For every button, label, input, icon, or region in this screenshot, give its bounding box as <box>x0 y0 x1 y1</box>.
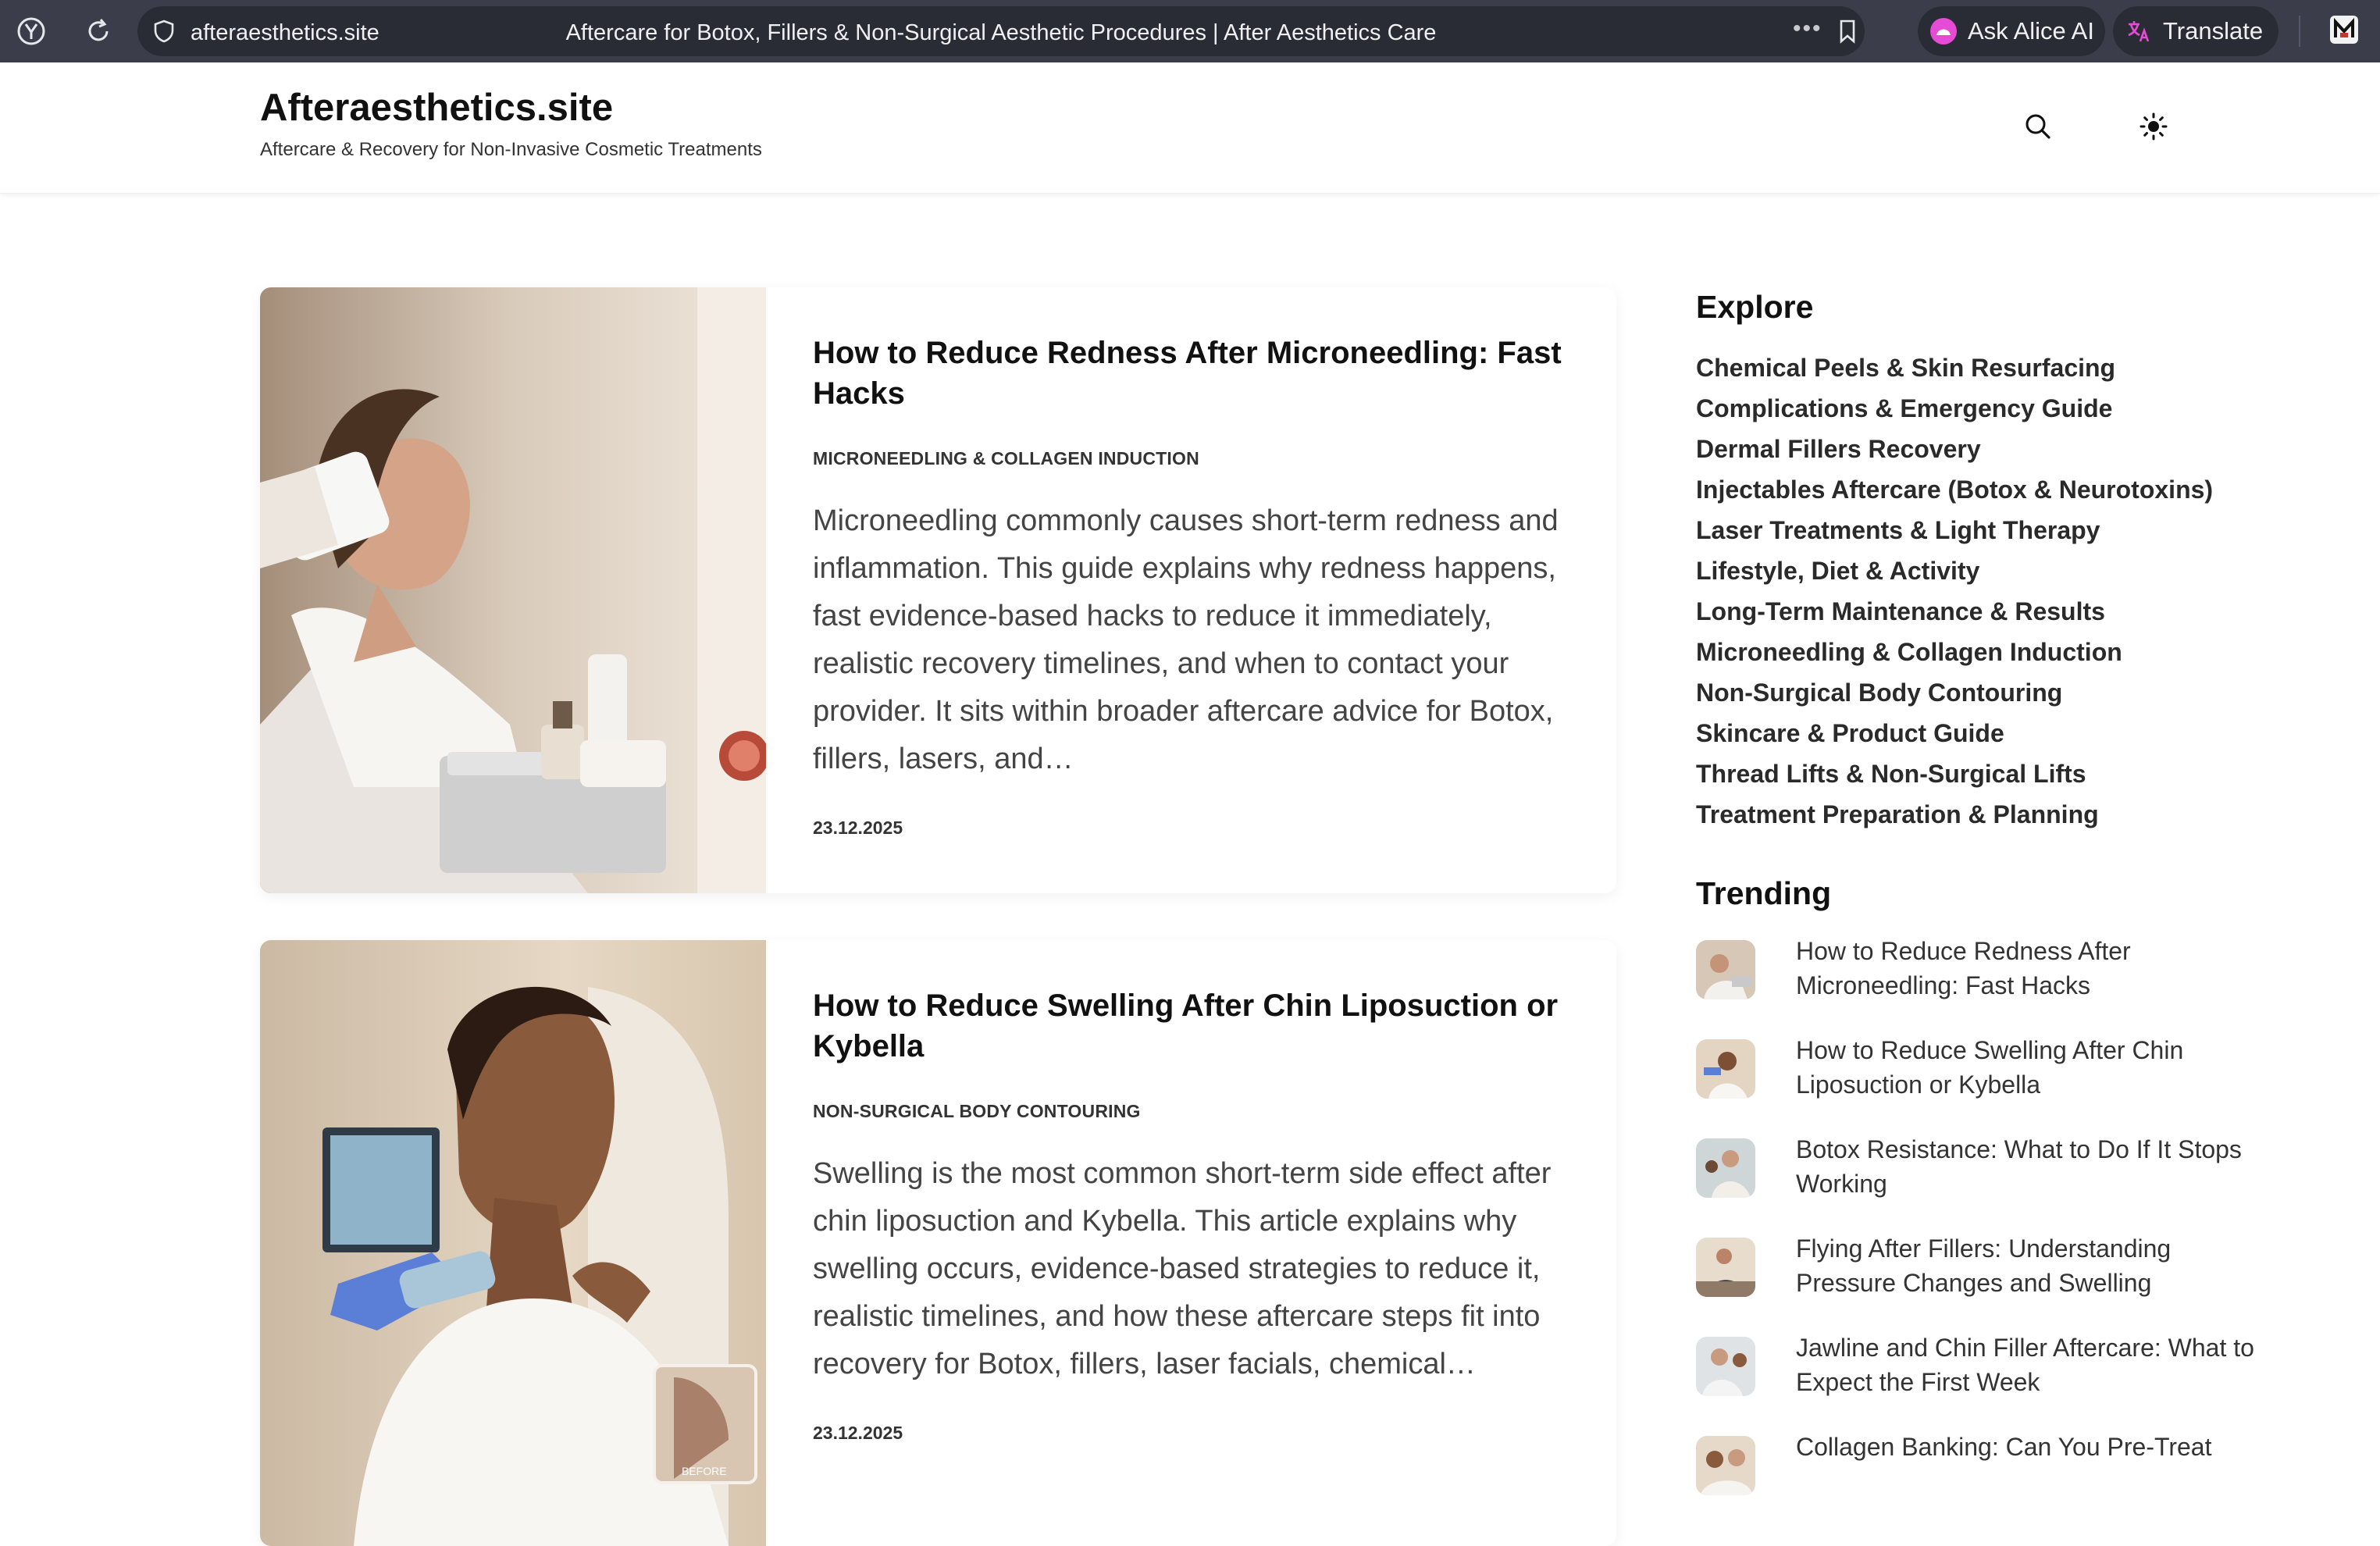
trending-thumbnail[interactable] <box>1696 1337 1755 1396</box>
explore-heading: Explore <box>1696 289 1814 325</box>
trending-list: How to Reduce Redness After Microneedlin… <box>1696 934 2258 1529</box>
article-category[interactable]: MICRONEEDLING & COLLAGEN INDUCTION <box>813 448 1578 469</box>
article-title[interactable]: How to Reduce Redness After Microneedlin… <box>813 333 1578 414</box>
trending-thumbnail[interactable] <box>1696 1138 1755 1198</box>
site-tagline: Aftercare & Recovery for Non-Invasive Co… <box>260 139 762 160</box>
explore-link[interactable]: Long-Term Maintenance & Results <box>1696 591 2258 632</box>
reload-icon[interactable] <box>78 11 119 52</box>
page-title-text: Aftercare for Botox, Fillers & Non-Surgi… <box>565 20 1437 45</box>
trending-title[interactable]: How to Reduce Swelling After Chin Liposu… <box>1796 1033 2257 1102</box>
article-date: 23.12.2025 <box>813 1423 903 1443</box>
trending-thumbnail[interactable] <box>1696 1039 1755 1099</box>
trending-title[interactable]: Botox Resistance: What to Do If It Stops… <box>1796 1132 2257 1201</box>
translate-label: Translate <box>2163 17 2264 45</box>
trending-thumbnail[interactable] <box>1696 1436 1755 1495</box>
article-card[interactable]: BEFORE How to Reduce Swelling After Chin… <box>260 940 1616 1546</box>
ask-alice-label: Ask Alice AI <box>1968 17 2094 45</box>
yandex-logo-icon[interactable] <box>11 11 52 52</box>
trending-item[interactable]: How to Reduce Swelling After Chin Liposu… <box>1696 1033 2258 1132</box>
explore-link[interactable]: Injectables Aftercare (Botox & Neurotoxi… <box>1696 469 2258 510</box>
trending-thumbnail[interactable] <box>1696 1238 1755 1297</box>
before-badge: BEFORE <box>682 1465 727 1477</box>
sidebar: Explore Chemical Peels & Skin Resurfacin… <box>1696 289 2258 1529</box>
explore-link[interactable]: Non-Surgical Body Contouring <box>1696 672 2258 713</box>
alice-icon <box>1930 18 1957 45</box>
article-body: How to Reduce Redness After Microneedlin… <box>813 333 1578 839</box>
toolbar-divider <box>2299 16 2300 47</box>
trending-title[interactable]: Collagen Banking: Can You Pre-Treat <box>1796 1430 2257 1464</box>
explore-list: Chemical Peels & Skin Resurfacing Compli… <box>1696 347 2258 835</box>
article-excerpt: Microneedling commonly causes short-term… <box>813 504 1559 775</box>
trending-item[interactable]: Botox Resistance: What to Do If It Stops… <box>1696 1132 2258 1231</box>
trending-title[interactable]: Flying After Fillers: Understanding Pres… <box>1796 1231 2257 1300</box>
explore-link[interactable]: Chemical Peels & Skin Resurfacing <box>1696 347 2258 388</box>
trending-thumbnail[interactable] <box>1696 940 1755 999</box>
explore-link[interactable]: Microneedling & Collagen Induction <box>1696 632 2258 672</box>
trending-title[interactable]: How to Reduce Redness After Microneedlin… <box>1796 934 2257 1003</box>
sun-icon[interactable] <box>2138 111 2169 142</box>
explore-link[interactable]: Lifestyle, Diet & Activity <box>1696 550 2258 591</box>
article-excerpt: Swelling is the most common short-term s… <box>813 1157 1552 1380</box>
more-menu-button[interactable]: ••• <box>1793 16 1822 42</box>
article-card[interactable]: How to Reduce Redness After Microneedlin… <box>260 287 1616 893</box>
explore-link[interactable]: Complications & Emergency Guide <box>1696 388 2258 429</box>
bookmark-icon[interactable] <box>1833 17 1862 45</box>
article-date: 23.12.2025 <box>813 818 903 838</box>
ask-alice-button[interactable]: Ask Alice AI <box>1918 6 2105 56</box>
browser-toolbar: afteraesthetics.site Aftercare for Botox… <box>0 0 2380 62</box>
explore-link[interactable]: Laser Treatments & Light Therapy <box>1696 510 2258 550</box>
extension-icon[interactable] <box>2327 12 2361 47</box>
translate-button[interactable]: Translate <box>2113 6 2278 56</box>
site-header: Afteraesthetics.site Aftercare & Recover… <box>0 62 2380 194</box>
explore-link[interactable]: Skincare & Product Guide <box>1696 713 2258 753</box>
site-title[interactable]: Afteraesthetics.site <box>260 86 613 130</box>
article-category[interactable]: NON-SURGICAL BODY CONTOURING <box>813 1101 1578 1122</box>
trending-item[interactable]: Collagen Banking: Can You Pre-Treat <box>1696 1430 2258 1529</box>
trending-item[interactable]: Jawline and Chin Filler Aftercare: What … <box>1696 1330 2258 1430</box>
trending-item[interactable]: Flying After Fillers: Understanding Pres… <box>1696 1231 2258 1330</box>
translate-icon <box>2128 21 2150 42</box>
article-title[interactable]: How to Reduce Swelling After Chin Liposu… <box>813 985 1578 1067</box>
explore-link[interactable]: Treatment Preparation & Planning <box>1696 794 2258 835</box>
explore-link[interactable]: Dermal Fillers Recovery <box>1696 429 2258 469</box>
explore-link[interactable]: Thread Lifts & Non-Surgical Lifts <box>1696 753 2258 794</box>
woman-skincare-photo[interactable] <box>260 287 766 893</box>
address-bar[interactable]: afteraesthetics.site Aftercare for Botox… <box>137 6 1865 56</box>
woman-chin-treatment-photo[interactable]: BEFORE <box>260 940 766 1546</box>
trending-item[interactable]: How to Reduce Redness After Microneedlin… <box>1696 934 2258 1033</box>
search-icon[interactable] <box>2022 111 2054 142</box>
trending-title[interactable]: Jawline and Chin Filler Aftercare: What … <box>1796 1330 2257 1399</box>
article-body: How to Reduce Swelling After Chin Liposu… <box>813 985 1578 1444</box>
trending-heading: Trending <box>1696 875 1832 911</box>
